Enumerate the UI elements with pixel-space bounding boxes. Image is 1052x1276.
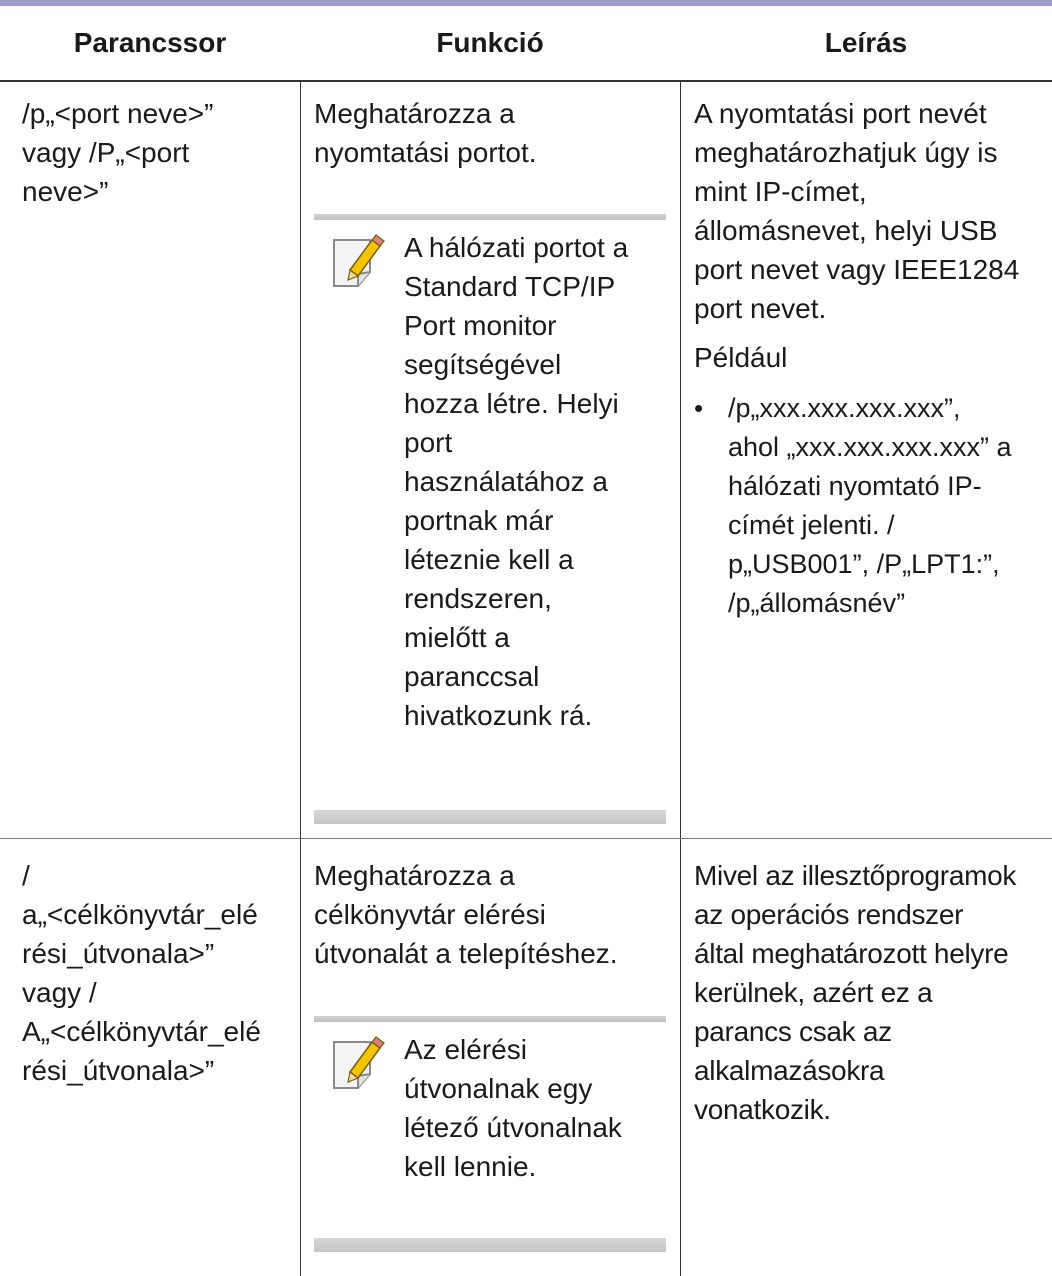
row1-function-line: nyomtatási portot. xyxy=(314,137,537,168)
example-line: hálózati nyomtató IP- xyxy=(728,471,982,501)
note-bottom-bar xyxy=(314,1238,666,1252)
example-line: ahol „xxx.xxx.xxx.xxx” a xyxy=(728,432,1012,462)
header-divider xyxy=(0,80,1052,82)
row1-function-line: Meghatározza a xyxy=(314,98,515,129)
note-line: paranccsal xyxy=(404,661,540,692)
row2-command-line: rési_útvonala>” xyxy=(22,938,215,969)
example-label: Például xyxy=(694,342,788,373)
note-line: rendszeren, xyxy=(404,583,552,614)
row2-function: Meghatározza a célkönyvtár elérési útvon… xyxy=(314,856,674,973)
note-pencil-icon xyxy=(333,234,385,287)
example-line: p„USB001”, /P„LPT1:”, xyxy=(728,549,1000,579)
bullet-dot: • xyxy=(694,393,704,423)
column-divider-2 xyxy=(680,82,681,1276)
header-funkcio: Funkció xyxy=(436,27,544,58)
row2-description: Mivel az illesztőprogramok az operációs … xyxy=(694,856,1050,1129)
row2-function-line: útvonalát a telepítéshez. xyxy=(314,938,618,969)
row1-note-text: A hálózati portot a Standard TCP/IP Port… xyxy=(404,228,628,735)
note-line: Port monitor xyxy=(404,310,557,341)
row-divider xyxy=(0,838,1052,839)
note-line: mielőtt a xyxy=(404,622,510,653)
note-pencil-icon xyxy=(333,1036,385,1089)
row2-command-line: A„<célkönyvtár_elé xyxy=(22,1016,261,1047)
note-bottom-bar xyxy=(314,810,666,824)
row1-command-line: /p„<port neve>” xyxy=(22,98,214,129)
row1-description-line: port nevet vagy IEEE1284 xyxy=(694,254,1020,285)
note-line: segítségével xyxy=(404,349,562,380)
example-line: címét jelenti. / xyxy=(728,510,895,540)
row2-description-line: kerülnek, azért ez a xyxy=(694,977,933,1008)
row2-description-line: vonatkozik. xyxy=(694,1094,831,1125)
row2-description-line: parancs csak az xyxy=(694,1016,892,1047)
note-line: útvonalnak egy xyxy=(404,1073,593,1104)
example-line: /p„állomásnév” xyxy=(728,588,906,618)
row2-note-box: Az elérési útvonalnak egy létező útvonal… xyxy=(314,1016,666,1262)
example-bullet-item: • /p„xxx.xxx.xxx.xxx”, ahol „xxx.xxx.xxx… xyxy=(694,389,1046,623)
row2-description-line: az operációs rendszer xyxy=(694,899,964,930)
row2-command-line: rési_útvonala>” xyxy=(22,1055,215,1086)
row2-command-line: / xyxy=(22,860,30,891)
header-leiras: Leírás xyxy=(824,27,908,58)
row1-command-line: neve>” xyxy=(22,176,109,207)
row2-command-line: vagy / xyxy=(22,977,97,1008)
note-line: léteznie kell a xyxy=(404,544,574,575)
row2-description-line: alkalmazásokra xyxy=(694,1055,885,1086)
row1-description-line: port nevet. xyxy=(694,293,827,324)
row1-description-line: meghatározhatjuk úgy is xyxy=(694,137,998,168)
row2-description-line: Mivel az illesztőprogramok xyxy=(694,860,1017,891)
column-divider-1 xyxy=(300,82,301,1276)
row1-description-line: A nyomtatási port nevét xyxy=(694,98,987,129)
row2-description-line: által meghatározott helyre xyxy=(694,938,1009,969)
row1-command: /p„<port neve>” vagy /P„<port neve>” xyxy=(22,94,292,211)
note-line: portnak már xyxy=(404,505,554,536)
row1-function: Meghatározza a nyomtatási portot. xyxy=(314,94,674,172)
note-line: Az elérési xyxy=(404,1034,527,1065)
row2-command: / a„<célkönyvtár_elé rési_útvonala>” vag… xyxy=(22,856,292,1090)
row1-description-line: állomásnevet, helyi USB xyxy=(694,215,998,246)
row1-note-box: A hálózati portot a Standard TCP/IP Port… xyxy=(314,214,666,826)
row2-function-line: célkönyvtár elérési xyxy=(314,899,546,930)
note-line: port xyxy=(404,427,453,458)
example-line: /p„xxx.xxx.xxx.xxx”, xyxy=(728,393,961,423)
note-line: kell lennie. xyxy=(404,1151,537,1182)
note-line: hivatkozunk rá. xyxy=(404,700,593,731)
note-line: létező útvonalnak xyxy=(404,1112,622,1143)
example-bullet-text: /p„xxx.xxx.xxx.xxx”, ahol „xxx.xxx.xxx.x… xyxy=(728,389,1012,623)
note-line: Standard TCP/IP xyxy=(404,271,616,302)
row2-command-line: a„<célkönyvtár_elé xyxy=(22,899,258,930)
row2-function-line: Meghatározza a xyxy=(314,860,515,891)
header-parancssor: Parancssor xyxy=(73,27,227,58)
row1-description-line: mint IP-címet, xyxy=(694,176,867,207)
note-line: hozza létre. Helyi xyxy=(404,388,619,419)
row2-note-text: Az elérési útvonalnak egy létező útvonal… xyxy=(404,1030,622,1186)
note-line: A hálózati portot a xyxy=(404,232,629,263)
row1-command-line: vagy /P„<port xyxy=(22,137,190,168)
row1-description: A nyomtatási port nevét meghatározhatjuk… xyxy=(694,94,1046,623)
note-line: használatához a xyxy=(404,466,608,497)
